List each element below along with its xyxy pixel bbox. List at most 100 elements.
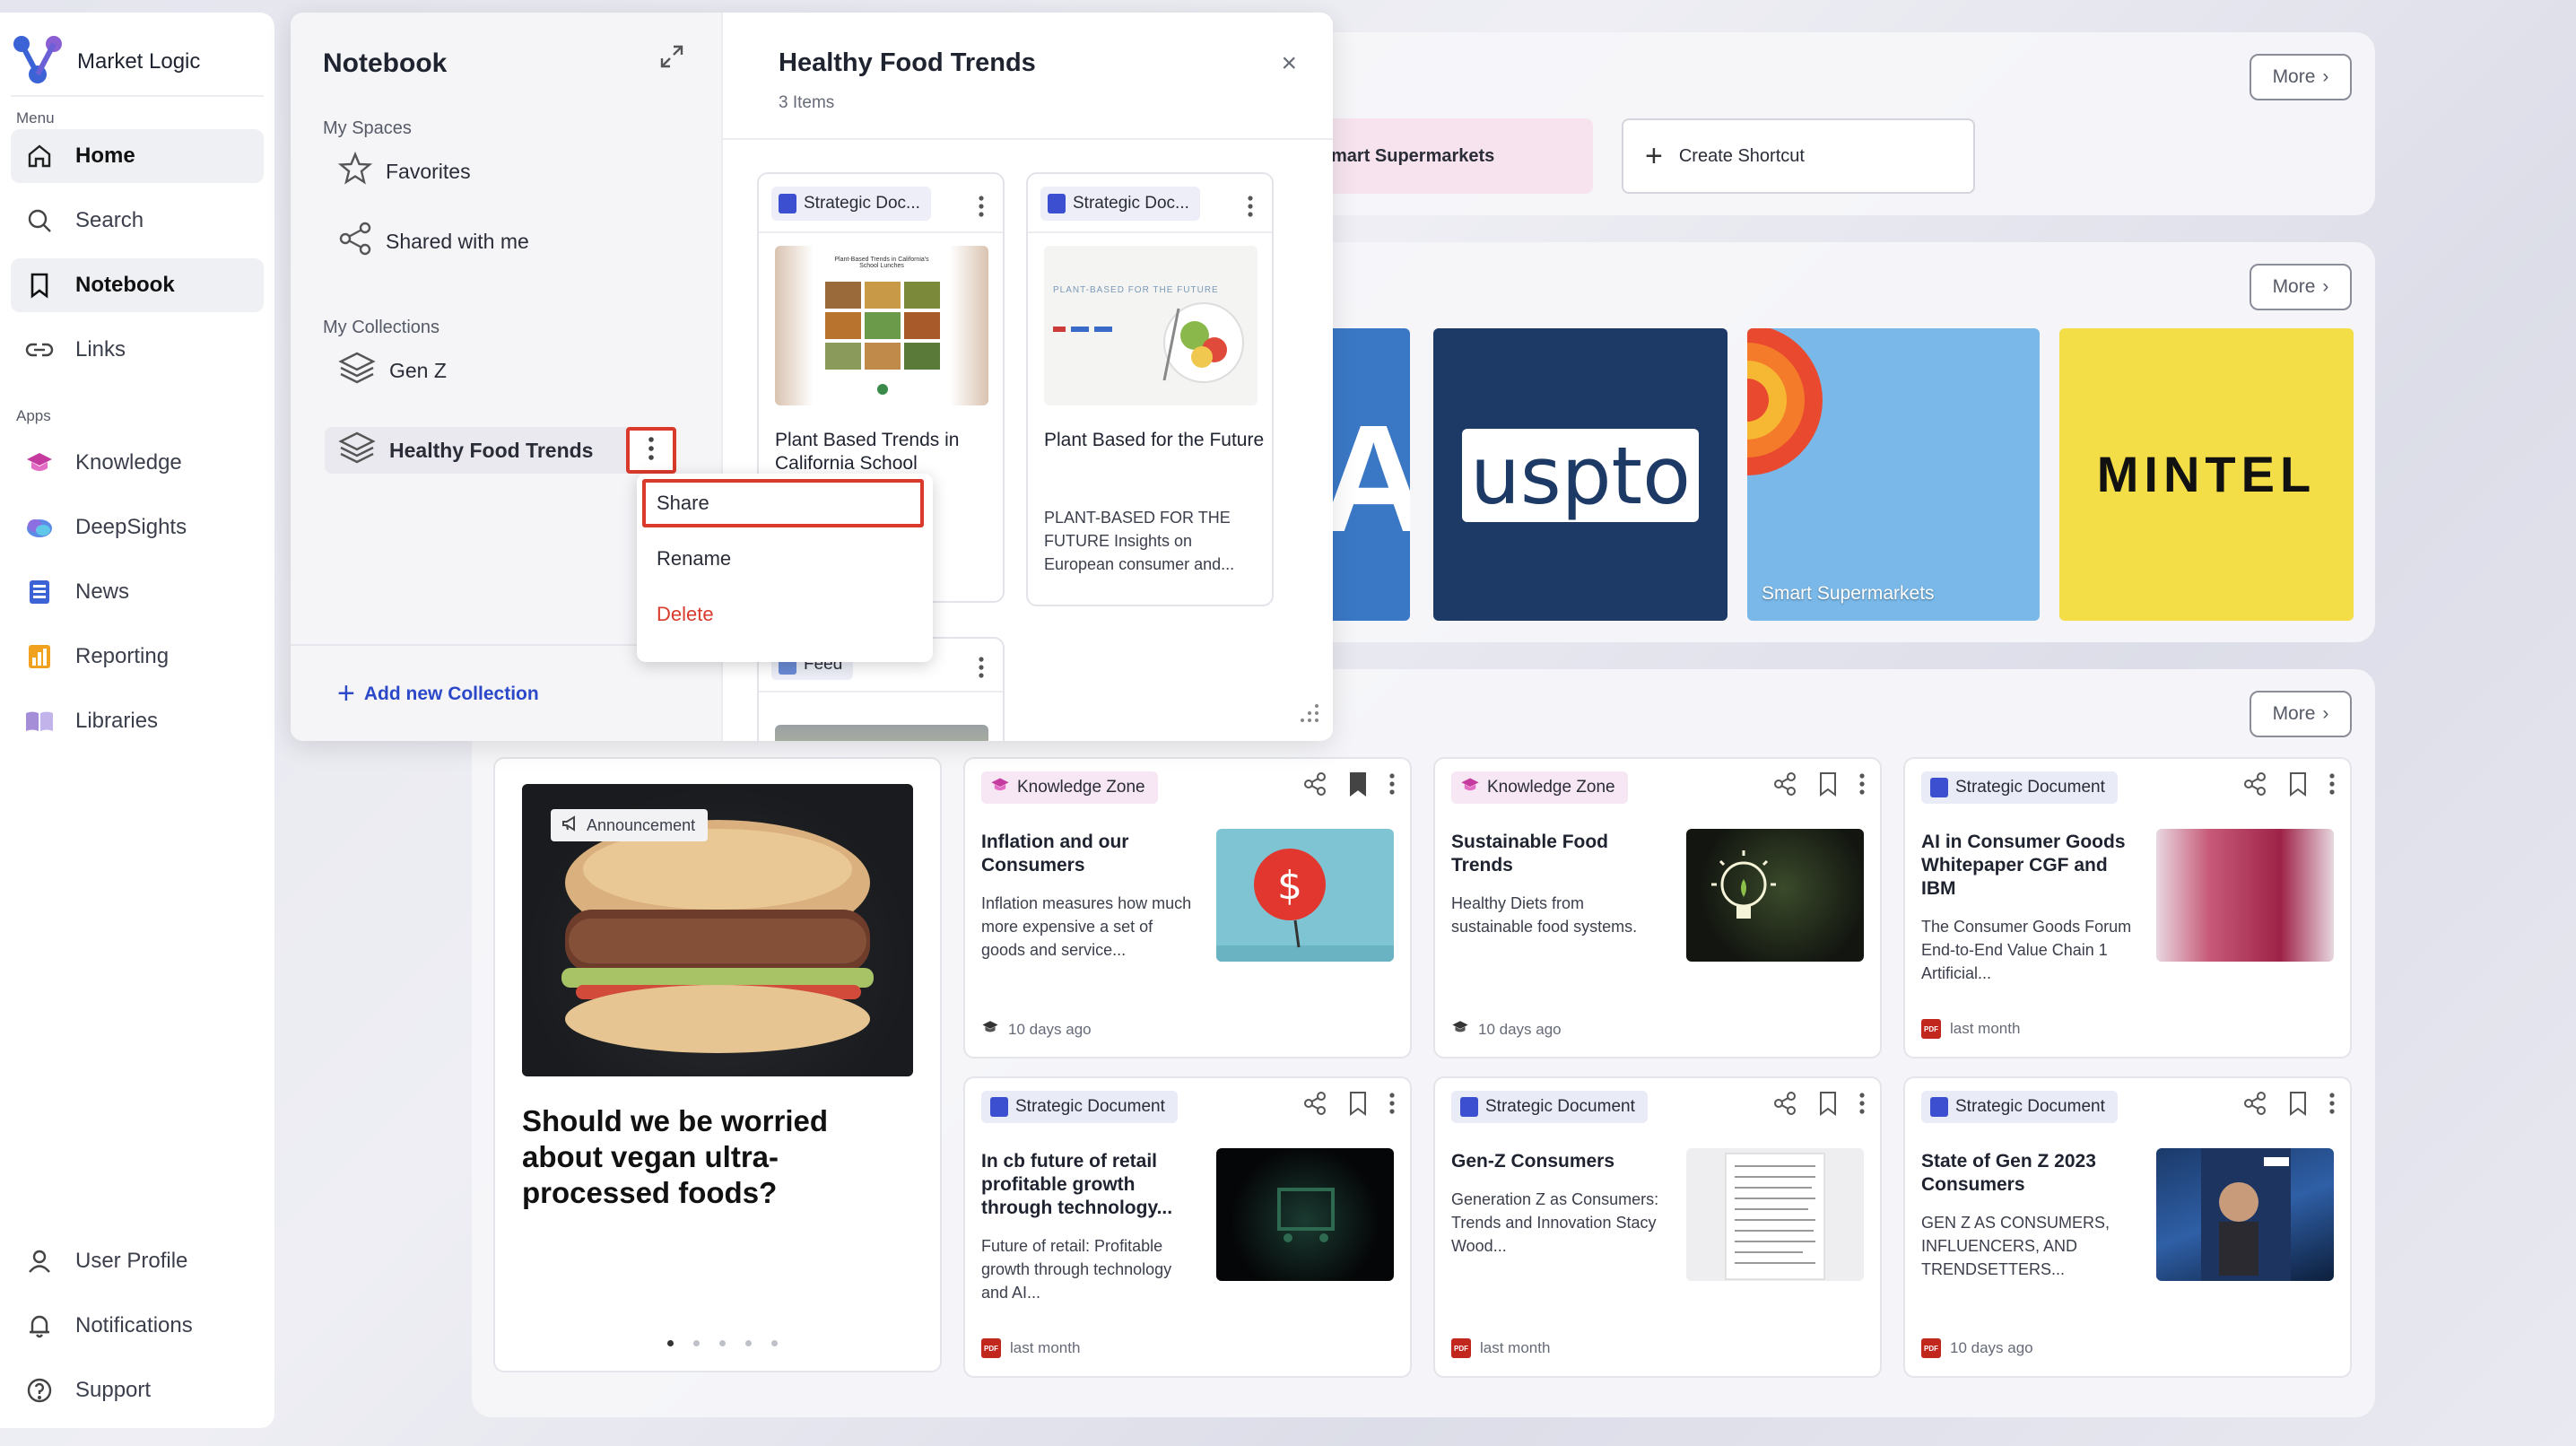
bookmark-icon[interactable] [1817, 771, 1839, 801]
content-type-tag: Strategic Doc... [1040, 187, 1200, 221]
favorites-item[interactable]: Favorites [337, 149, 471, 194]
carousel-dot[interactable] [693, 1340, 700, 1346]
bookmark-icon[interactable] [2287, 771, 2309, 801]
create-shortcut-label: Create Shortcut [1678, 145, 1805, 166]
shared-with-me-item[interactable]: Shared with me [337, 219, 529, 264]
feed-more-button[interactable]: More › [2250, 691, 2352, 737]
megaphone-icon [561, 814, 579, 836]
source-tile-mintel[interactable]: MINTEL [2059, 328, 2354, 621]
sidebar-item-knowledge[interactable]: Knowledge [11, 436, 264, 490]
carousel-dot[interactable] [719, 1340, 726, 1346]
sidebar-item-support[interactable]: Support [11, 1363, 264, 1417]
bookmark-icon[interactable] [1347, 1091, 1369, 1120]
kebab-menu-icon[interactable] [1388, 1091, 1396, 1120]
source-tile-smart-supermarkets[interactable]: Smart Supermarkets [1747, 328, 2040, 621]
collection-doc-card[interactable]: Strategic Doc... PLANT-BASED FOR THE FUT… [1026, 172, 1274, 606]
menu-item-rename[interactable]: Rename [657, 547, 731, 571]
shortcuts-more-button[interactable]: More › [2250, 54, 2352, 100]
announcement-title[interactable]: Should we be worried about vegan ultra-p… [522, 1103, 881, 1211]
sidebar-item-label: User Profile [75, 1249, 188, 1273]
close-icon[interactable]: × [1281, 48, 1297, 79]
divider [1028, 231, 1272, 233]
star-icon [337, 151, 373, 192]
feed-card[interactable]: Strategic Document AI in Consumer Goods … [1903, 757, 2352, 1058]
kebab-menu-icon[interactable] [1858, 771, 1866, 801]
resize-handle-icon[interactable] [1299, 702, 1320, 728]
sidebar-item-reporting[interactable]: Reporting [11, 630, 264, 684]
layers-icon [337, 350, 377, 391]
share-icon[interactable] [1302, 771, 1327, 801]
carousel-dot[interactable] [771, 1340, 778, 1346]
content-type-tag: Strategic Document [1921, 771, 2118, 804]
salad-plate-image-icon [1053, 302, 1244, 383]
sources-more-button[interactable]: More › [2250, 264, 2352, 310]
expand-icon[interactable] [658, 43, 685, 74]
share-icon[interactable] [1302, 1091, 1327, 1120]
collection-item-healthy-food-trends[interactable]: Healthy Food Trends [325, 427, 674, 474]
bookmark-icon[interactable] [1347, 771, 1369, 801]
kebab-menu-icon[interactable] [1247, 194, 1254, 223]
sidebar-item-links[interactable]: Links [11, 323, 264, 377]
feed-card[interactable]: Strategic Document Gen-Z Consumers Gener… [1433, 1076, 1882, 1378]
card-title[interactable]: State of Gen Z 2023 Consumers [1921, 1150, 2137, 1197]
shortcut-smart-supermarkets[interactable]: mart Supermarkets [1324, 118, 1593, 194]
card-title[interactable]: AI in Consumer Goods Whitepaper CGF and … [1921, 831, 2137, 901]
sidebar-item-notebook[interactable]: Notebook [11, 258, 264, 312]
collection-more-button[interactable] [626, 427, 676, 474]
card-description: The Consumer Goods Forum End-to-End Valu… [1921, 918, 2132, 982]
share-icon[interactable] [1772, 771, 1797, 801]
card-thumbnail [2156, 1148, 2334, 1281]
create-shortcut-button[interactable]: + Create Shortcut [1622, 118, 1975, 194]
kebab-menu-icon[interactable] [978, 194, 985, 223]
bookmark-icon[interactable] [1817, 1091, 1839, 1120]
feed-card[interactable]: Strategic Document State of Gen Z 2023 C… [1903, 1076, 2352, 1378]
share-icon[interactable] [1772, 1091, 1797, 1120]
card-title[interactable]: Sustainable Food Trends [1451, 831, 1667, 877]
tile-label: MINTEL [2096, 446, 2317, 502]
kebab-menu-icon[interactable] [978, 655, 985, 684]
collection-item-gen-z[interactable]: Gen Z [337, 348, 447, 393]
menu-item-delete[interactable]: Delete [657, 603, 714, 626]
kebab-menu-icon[interactable] [2328, 1091, 2336, 1120]
source-tile-uspto[interactable]: uspto [1433, 328, 1727, 621]
notebook-title: Notebook [323, 48, 448, 78]
tag-label: Strategic Doc... [1073, 194, 1189, 213]
carousel-dot[interactable] [745, 1340, 752, 1346]
add-new-collection-button[interactable]: + Add new Collection [337, 676, 539, 711]
doc-title[interactable]: Plant Based Trends in California School [775, 429, 996, 475]
doc-title[interactable]: Plant Based for the Future [1044, 429, 1265, 452]
card-actions [1772, 1091, 1866, 1120]
kebab-menu-icon[interactable] [2328, 771, 2336, 801]
apps-section-label: Apps [16, 407, 51, 424]
kebab-menu-icon[interactable] [1388, 771, 1396, 801]
sidebar-item-libraries[interactable]: Libraries [11, 694, 264, 748]
card-title[interactable]: Inflation and our Consumers [981, 831, 1197, 877]
menu-item-share[interactable]: Share [657, 492, 709, 515]
share-icon[interactable] [2242, 771, 2267, 801]
sidebar-item-deepsights[interactable]: DeepSights [11, 501, 264, 554]
brand[interactable]: Market Logic [11, 30, 200, 93]
inflation-image-icon: $ [1216, 849, 1394, 962]
sidebar-item-news[interactable]: News [11, 565, 264, 619]
source-tile-a[interactable]: A [1327, 328, 1410, 621]
announcement-card[interactable]: Announcement Should we be worried about … [493, 757, 942, 1372]
bell-icon [23, 1310, 56, 1342]
feed-card[interactable]: Knowledge Zone Inflation and our Consume… [963, 757, 1412, 1058]
feed-card[interactable]: Strategic Document In cb future of retai… [963, 1076, 1412, 1378]
feed-card[interactable]: Knowledge Zone Sustainable Food Trends H… [1433, 757, 1882, 1058]
sidebar-item-home[interactable]: Home [11, 129, 264, 183]
share-icon[interactable] [2242, 1091, 2267, 1120]
carousel-dot[interactable] [667, 1340, 674, 1346]
kebab-menu-icon[interactable] [1858, 1091, 1866, 1120]
knowledge-zone-icon [981, 1020, 999, 1039]
market-logic-logo-icon [11, 33, 65, 91]
card-title[interactable]: Gen-Z Consumers [1451, 1150, 1667, 1173]
sidebar-item-search[interactable]: Search [11, 194, 264, 248]
bookmark-icon[interactable] [2287, 1091, 2309, 1120]
card-actions [1302, 1091, 1396, 1120]
card-title[interactable]: In cb future of retail profitable growth… [981, 1150, 1197, 1220]
sidebar-item-user-profile[interactable]: User Profile [11, 1234, 264, 1288]
card-description: Healthy Diets from sustainable food syst… [1451, 894, 1638, 936]
sidebar-item-notifications[interactable]: Notifications [11, 1299, 264, 1353]
card-thumbnail: $ [1216, 829, 1394, 962]
